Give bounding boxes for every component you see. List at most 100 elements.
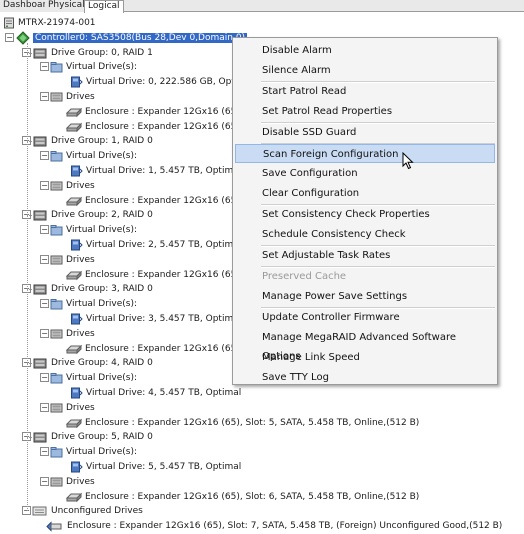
virtual-drive-icon [71, 387, 83, 399]
menu-item-manage-link-speed[interactable]: Manage Link Speed [235, 348, 495, 367]
virtual-drives-folder-label: Virtual Drive(s): [66, 151, 138, 161]
virtual-drives-folder-icon [50, 225, 63, 236]
virtual-drives-expand-toggle[interactable]: − [40, 225, 49, 234]
drives-expand-toggle[interactable]: − [40, 477, 49, 486]
menu-item-schedule-consistency-check[interactable]: Schedule Consistency Check [235, 225, 495, 244]
tab-logical[interactable]: Logical [84, 0, 124, 13]
virtual-drives-expand-toggle[interactable]: − [40, 299, 49, 308]
virtual-drives-folder-label: Virtual Drive(s): [66, 373, 138, 383]
virtual-drives-expand-toggle[interactable]: − [40, 373, 49, 382]
menu-item-manage-power-save-settings[interactable]: Manage Power Save Settings [235, 287, 495, 306]
virtual-drives-folder-label: Virtual Drive(s): [66, 62, 138, 72]
virtual-drives-folder[interactable]: Virtual Drive(s): [50, 445, 137, 459]
menu-item-preserved-cache: Preserved Cache [262, 271, 347, 282]
menu-item-disable-ssd-guard[interactable]: Disable SSD Guard [235, 123, 495, 142]
physical-drive-icon [66, 196, 82, 206]
virtual-drive-node[interactable]: Virtual Drive: 0, 222.586 GB, Optimal [70, 75, 254, 89]
virtual-drives-expand-toggle[interactable]: − [40, 62, 49, 71]
virtual-drive-node[interactable]: Virtual Drive: 2, 5.457 TB, Optimal [70, 238, 241, 252]
server-node[interactable]: MTRX-21974-001 [3, 16, 96, 30]
virtual-drives-folder[interactable]: Virtual Drive(s): [50, 60, 137, 74]
drives-expand-toggle[interactable]: − [40, 403, 49, 412]
controller-context-menu: Disable Alarm Silence Alarm Start Patrol R… [232, 37, 498, 385]
menu-item-clear-configuration[interactable]: Clear Configuration [235, 184, 495, 203]
menu-item-silence-alarm[interactable]: Silence Alarm [235, 61, 495, 80]
physical-drive-node[interactable]: Enclosure : Expander 12Gx16 (65), Slot: … [66, 416, 419, 430]
menu-item-set-adjustable-task-rates[interactable]: Set Adjustable Task Rates [235, 246, 495, 265]
drives-folder-icon [50, 92, 63, 102]
virtual-drive-node-label: Virtual Drive: 3, 5.457 TB, Optimal [86, 314, 242, 324]
drive-group-node-label: Drive Group: 3, RAID 0 [51, 284, 153, 294]
drives-expand-toggle[interactable]: − [40, 181, 49, 190]
virtual-drive-node[interactable]: Virtual Drive: 3, 5.457 TB, Optimal [70, 312, 241, 326]
menu-item-start-patrol-read[interactable]: Start Patrol Read [235, 82, 495, 101]
controller-node[interactable]: Controller0: SAS3508(Bus 28,Dev 0,Domain… [16, 31, 248, 45]
virtual-drive-icon [71, 76, 83, 88]
virtual-drive-icon [71, 165, 83, 177]
drives-folder-icon [50, 403, 63, 413]
drive-group-node[interactable]: Drive Group: 5, RAID 0 [32, 430, 153, 444]
menu-item-save-configuration[interactable]: Save Configuration [235, 164, 495, 183]
virtual-drives-expand-toggle[interactable]: − [40, 447, 49, 456]
virtual-drive-icon [71, 461, 83, 473]
drive-group-node[interactable]: Drive Group: 4, RAID 0 [32, 356, 153, 370]
drives-folder-icon [50, 329, 63, 339]
virtual-drives-folder[interactable]: Virtual Drive(s): [50, 149, 137, 163]
drives-folder[interactable]: Drives [50, 90, 95, 104]
unconfigured-drive-node[interactable]: Enclosure : Expander 12Gx16 (65), Slot: … [46, 519, 502, 533]
menu-item-set-consistency-check-properties[interactable]: Set Consistency Check Properties [235, 205, 495, 224]
virtual-drives-folder[interactable]: Virtual Drive(s): [50, 297, 137, 311]
drive-group-node[interactable]: Drive Group: 1, RAID 0 [32, 134, 153, 148]
drives-folder[interactable]: Drives [50, 253, 95, 267]
drive-group-node-label: Drive Group: 1, RAID 0 [51, 136, 153, 146]
drives-folder[interactable]: Drives [50, 401, 95, 415]
drives-expand-toggle[interactable]: − [40, 92, 49, 101]
unconfigured-drives-node[interactable]: Unconfigured Drives [32, 504, 143, 518]
virtual-drive-node-label: Virtual Drive: 2, 5.457 TB, Optimal [86, 240, 242, 250]
controller-expand-toggle[interactable]: − [5, 33, 14, 42]
drives-folder[interactable]: Drives [50, 327, 95, 341]
menu-item-manage-megaraid-advanced-software-options[interactable]: Manage MegaRAID Advanced Software Option… [235, 328, 495, 362]
drives-folder[interactable]: Drives [50, 179, 95, 193]
drive-group-icon [33, 136, 47, 146]
virtual-drives-folder-label: Virtual Drive(s): [66, 447, 138, 457]
drives-expand-toggle[interactable]: − [40, 255, 49, 264]
drives-folder-label: Drives [66, 329, 95, 339]
menu-item-scan-foreign-configuration[interactable]: Scan Foreign Configuration [235, 144, 495, 163]
drives-folder-label: Drives [66, 255, 95, 265]
drive-group-icon [33, 210, 47, 220]
drive-group-node[interactable]: Drive Group: 0, RAID 1 [32, 46, 153, 60]
physical-drive-node[interactable]: Enclosure : Expander 12Gx16 (65), Slot: … [66, 490, 419, 504]
virtual-drive-node[interactable]: Virtual Drive: 1, 5.457 TB, Optimal [70, 164, 241, 178]
drive-group-node[interactable]: Drive Group: 2, RAID 0 [32, 208, 153, 222]
menu-item-save-tty-log[interactable]: Save TTY Log [235, 368, 495, 387]
tree-connector [27, 43, 28, 511]
menu-item-update-controller-firmware[interactable]: Update Controller Firmware [235, 308, 495, 327]
physical-drive-icon [66, 418, 82, 428]
virtual-drives-expand-toggle[interactable]: − [40, 151, 49, 160]
controller-node-label: Controller0: SAS3508(Bus 28,Dev 0,Domain… [33, 33, 248, 43]
virtual-drive-node[interactable]: Virtual Drive: 5, 5.457 TB, Optimal [70, 460, 241, 474]
virtual-drives-folder-icon [50, 299, 63, 310]
virtual-drives-folder[interactable]: Virtual Drive(s): [50, 371, 137, 385]
drives-folder-label: Drives [66, 92, 95, 102]
physical-drive-icon [66, 122, 82, 132]
drives-folder-label: Drives [66, 403, 95, 413]
physical-drive-icon [66, 270, 82, 280]
drives-expand-toggle[interactable]: − [40, 329, 49, 338]
tab-physical[interactable]: Physical [45, 0, 89, 12]
virtual-drive-node-label: Virtual Drive: 4, 5.457 TB, Optimal [86, 388, 242, 398]
menu-item-disable-alarm[interactable]: Disable Alarm [235, 41, 495, 60]
drives-folder-icon [50, 255, 63, 265]
unconfigured-drive-node-label: Enclosure : Expander 12Gx16 (65), Slot: … [67, 521, 503, 531]
virtual-drives-folder[interactable]: Virtual Drive(s): [50, 223, 137, 237]
drive-group-icon [33, 48, 47, 58]
view-tabs: Dashboard Physical Logical [0, 0, 524, 13]
physical-drive-node-label: Enclosure : Expander 12Gx16 (65), Slot: … [85, 492, 420, 502]
menu-item-set-patrol-read-properties[interactable]: Set Patrol Read Properties [235, 102, 495, 121]
virtual-drives-folder-icon [50, 151, 63, 162]
drives-folder[interactable]: Drives [50, 475, 95, 489]
physical-drive-icon [66, 492, 82, 502]
drive-group-node[interactable]: Drive Group: 3, RAID 0 [32, 282, 153, 296]
virtual-drive-node[interactable]: Virtual Drive: 4, 5.457 TB, Optimal [70, 386, 241, 400]
